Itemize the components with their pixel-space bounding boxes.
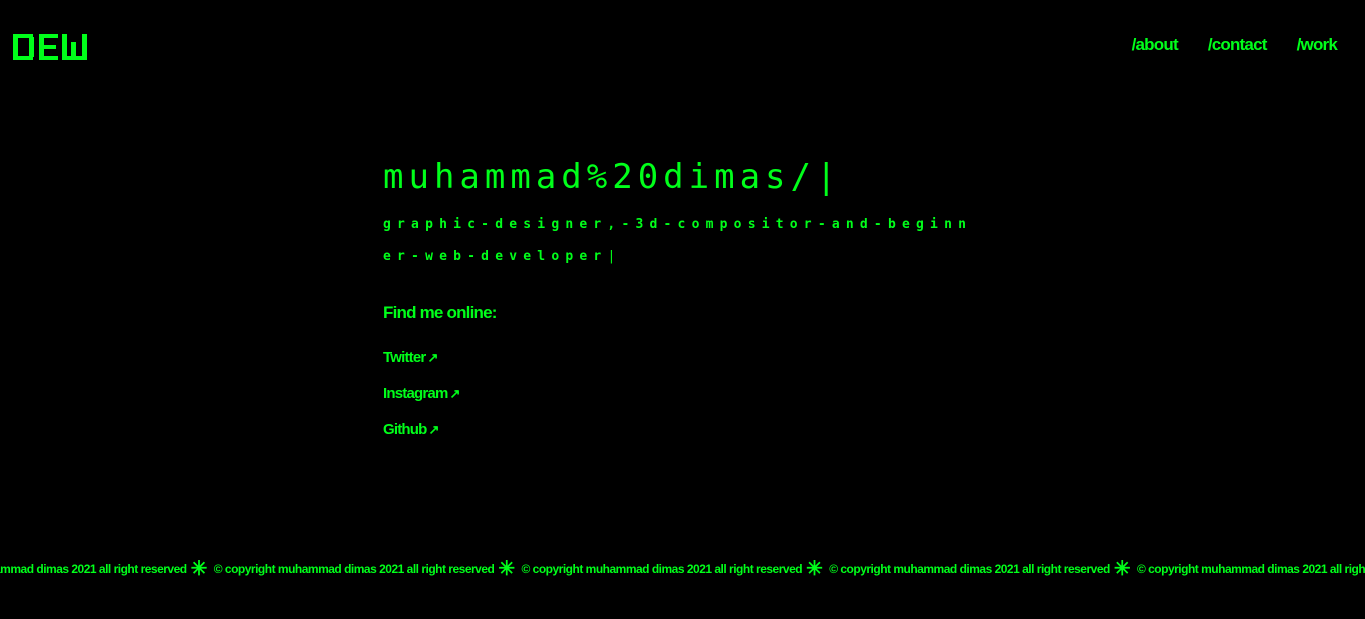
twitter-link-label: Twitter bbox=[383, 349, 426, 366]
hero-section: muhammad%20dimas/ graphic-designer,-3d-c… bbox=[383, 152, 983, 448]
hero-tagline: graphic-designer,-3d-compositor-and-begi… bbox=[383, 209, 983, 273]
copyright-text: © copyright muhammad dimas 2021 all righ… bbox=[0, 562, 187, 576]
nav-about-link[interactable]: /about bbox=[1132, 35, 1179, 55]
hero-name-text: muhammad%20dimas/ bbox=[383, 157, 816, 197]
copyright-text: © copyright muhammad dimas 2021 all righ… bbox=[213, 562, 495, 576]
instagram-link[interactable]: Instagram ↗ bbox=[383, 376, 983, 412]
social-links: Twitter ↗ Instagram ↗ Github ↗ bbox=[383, 340, 983, 448]
external-arrow-icon: ↗ bbox=[428, 422, 440, 437]
asterisk-icon: ✳ bbox=[190, 558, 208, 580]
copyright-marquee: © copyright muhammad dimas 2021 all righ… bbox=[0, 558, 1365, 580]
instagram-link-label: Instagram bbox=[383, 385, 448, 402]
github-link-label: Github bbox=[383, 421, 427, 438]
nav-contact-link[interactable]: /contact bbox=[1208, 35, 1268, 55]
main-nav: /about /contact /work bbox=[1132, 35, 1338, 55]
marquee-track: © copyright muhammad dimas 2021 all righ… bbox=[0, 558, 1365, 580]
dew-logo[interactable] bbox=[13, 34, 87, 60]
external-arrow-icon: ↗ bbox=[427, 350, 438, 365]
copyright-text: © copyright muhammad dimas 2021 all righ… bbox=[1136, 562, 1365, 576]
hero-name: muhammad%20dimas/ bbox=[383, 152, 983, 202]
external-arrow-icon: ↗ bbox=[449, 386, 461, 401]
find-me-title: Find me online: bbox=[383, 303, 497, 322]
asterisk-icon: ✳ bbox=[806, 558, 823, 580]
page: /about /contact /work muhammad%20dimas/ … bbox=[0, 0, 1365, 619]
nav-work-link[interactable]: /work bbox=[1297, 35, 1338, 55]
asterisk-icon: ✳ bbox=[498, 558, 515, 580]
copyright-text: © copyright muhammad dimas 2021 all righ… bbox=[829, 562, 1110, 576]
copyright-text: © copyright muhammad dimas 2021 all righ… bbox=[521, 562, 803, 576]
github-link[interactable]: Github ↗ bbox=[383, 412, 983, 448]
hero-tagline-text: graphic-designer,-3d-compositor-and-begi… bbox=[383, 217, 973, 264]
asterisk-icon: ✳ bbox=[1113, 558, 1131, 580]
twitter-link[interactable]: Twitter ↗ bbox=[383, 340, 983, 376]
